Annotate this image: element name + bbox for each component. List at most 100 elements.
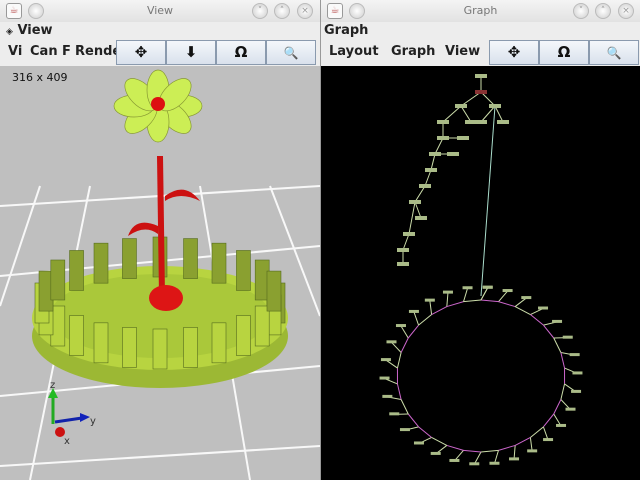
graph-edge	[560, 352, 566, 369]
graph-window: ☕ Graph ˅ ˄ × Graph Layout Graph View ✥ …	[320, 0, 640, 480]
minimize-button[interactable]: ˅	[252, 3, 268, 19]
graph-node	[475, 74, 487, 78]
fence-slat	[211, 322, 227, 364]
axis-y-label: y	[90, 416, 96, 427]
menu-render[interactable]: Rende	[75, 44, 121, 59]
graph-node	[399, 428, 410, 432]
menu-layout[interactable]: Layout	[329, 44, 379, 59]
graph-edge	[418, 426, 432, 438]
zoom-icon: 🔍	[606, 46, 622, 60]
graph-node	[382, 394, 393, 398]
graph-edge	[442, 105, 462, 123]
down-button[interactable]: ⬇	[166, 40, 216, 65]
graph-edge	[553, 399, 562, 415]
rotate-icon: Ω	[234, 43, 248, 61]
graph-node	[380, 358, 391, 362]
graph-edge	[414, 201, 422, 219]
rotate-button[interactable]: Ω	[539, 40, 589, 65]
graph-node	[509, 457, 520, 461]
fence-slat	[236, 250, 251, 291]
title-bar[interactable]: ☕ View ˅ ˄ ×	[0, 0, 320, 22]
zoom-button[interactable]: 🔍	[589, 40, 639, 65]
graph-node	[415, 216, 427, 220]
down-arrow-icon: ⬇	[184, 43, 198, 61]
menu-can[interactable]: Can	[30, 44, 58, 59]
graph-node	[475, 120, 487, 124]
canvas-size: 316 x 409	[12, 71, 68, 84]
graph-node	[469, 462, 480, 466]
graph-edge	[463, 449, 482, 453]
graph-edge	[543, 413, 555, 428]
graph-node	[455, 104, 467, 108]
toolbar: Vi Can F Rende ✥ ⬇ Ω 🔍	[0, 40, 320, 66]
graph-edge	[400, 337, 409, 353]
maximize-button[interactable]: ˄	[595, 3, 611, 19]
graph-node	[430, 451, 441, 455]
leaf	[165, 189, 200, 201]
window-title: View	[146, 4, 174, 17]
view-header-label: View	[17, 23, 53, 38]
menu-circle-button[interactable]	[28, 3, 44, 19]
graph-node	[462, 286, 473, 290]
minimize-button[interactable]: ˅	[573, 3, 589, 19]
view-window: ☕ View ˅ ˄ × ◈ View Vi Can F Rende ✥ ⬇ Ω…	[0, 0, 320, 480]
eye-icon: ◈	[6, 27, 13, 37]
close-button[interactable]: ×	[618, 3, 634, 19]
menu-view[interactable]: View	[445, 44, 480, 59]
graph-edge	[407, 413, 419, 428]
graph-node	[571, 389, 582, 393]
graph-node	[556, 423, 567, 427]
3d-canvas[interactable]: z y x 316 x 409	[0, 66, 320, 480]
menu-circle-button[interactable]	[349, 3, 365, 19]
graph-canvas[interactable]	[321, 66, 640, 480]
fence-slat	[122, 327, 137, 368]
rotate-icon: Ω	[557, 43, 571, 61]
graph-edge	[431, 437, 448, 446]
graph-node	[419, 184, 431, 188]
close-button[interactable]: ×	[297, 3, 313, 19]
window-title: Graph	[463, 4, 498, 17]
fence-slat	[122, 238, 137, 279]
fence-slat	[93, 242, 109, 284]
graph-edge	[480, 91, 496, 107]
graph-edge	[480, 287, 489, 301]
maximize-button[interactable]: ˄	[274, 3, 290, 19]
menu-vi[interactable]: Vi	[8, 44, 22, 59]
flower-bulb	[149, 285, 183, 311]
graph-node	[413, 441, 424, 445]
graph-node	[569, 353, 580, 357]
zoom-button[interactable]: 🔍	[266, 40, 316, 65]
move-button[interactable]: ✥	[489, 40, 539, 65]
title-bar[interactable]: ☕ Graph ˅ ˄ ×	[321, 0, 640, 22]
graph-node	[552, 319, 563, 323]
graph-node	[562, 335, 573, 339]
graph-header[interactable]: Graph	[321, 22, 640, 40]
fence-slat	[69, 315, 84, 356]
graph-edge	[530, 426, 544, 438]
graph-node	[457, 136, 469, 140]
graph-edge	[494, 105, 504, 123]
zoom-icon: 🔍	[283, 46, 299, 60]
graph-edge	[407, 324, 419, 339]
graph-edge	[430, 153, 436, 171]
graph-edge	[514, 297, 527, 307]
graph-node	[502, 289, 513, 293]
fence-slat	[211, 242, 227, 284]
graph-node	[379, 376, 390, 380]
graph-node	[386, 340, 397, 344]
menu-graph[interactable]: Graph	[391, 44, 435, 59]
graph-node	[397, 248, 409, 252]
graph-edge	[480, 105, 496, 297]
move-button[interactable]: ✥	[116, 40, 166, 65]
view-header[interactable]: ◈ View	[0, 22, 320, 40]
graph-node	[565, 407, 576, 411]
fence-slat	[266, 270, 282, 312]
rotate-button[interactable]: Ω	[216, 40, 266, 65]
menu-f[interactable]: F	[62, 44, 71, 59]
graph-edge	[400, 399, 409, 415]
graph-node	[442, 290, 453, 294]
fence-slat	[152, 328, 168, 370]
graph-edge	[446, 301, 464, 308]
graph-edge	[446, 292, 449, 307]
graph-edge	[543, 324, 555, 339]
